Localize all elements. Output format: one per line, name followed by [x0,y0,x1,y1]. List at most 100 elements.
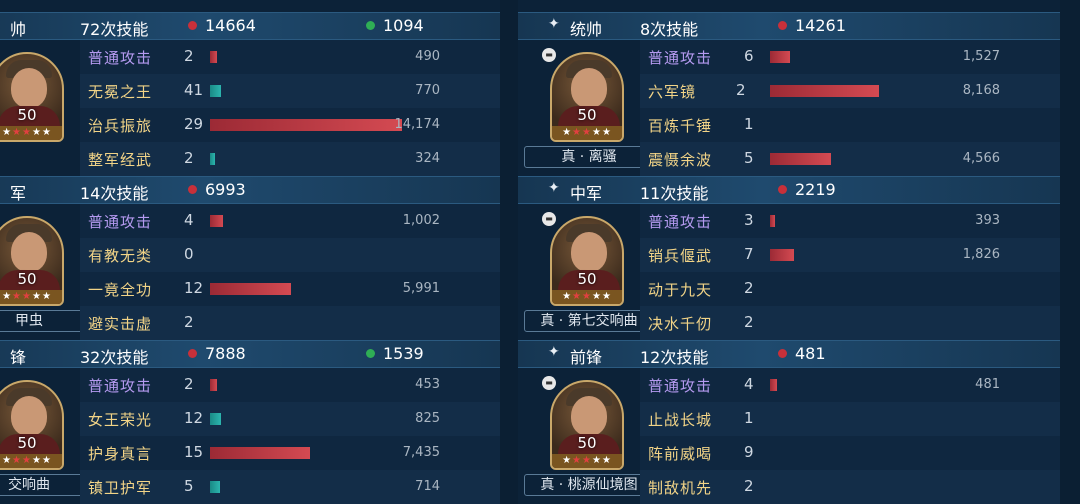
skill-name: 动于九天 [648,281,713,299]
skill-use-count: 2 [184,313,194,331]
skill-value: 825 [415,411,440,426]
skill-value: 14,174 [394,117,441,132]
skill-row: 决水千仞 2 [640,306,1060,340]
skill-use-count: 4 [744,375,754,393]
skill-name: 六军镜 [648,83,697,101]
face-shape [11,232,47,272]
star-icons: ★★★★★ [2,127,52,138]
damage-bar [210,153,215,165]
skill-name: 普通攻击 [88,213,153,231]
skill-name: 止战长城 [648,411,713,429]
face-shape [571,68,607,108]
skill-use-count: 1 [744,409,754,427]
hero-portrait[interactable]: 50 ★★★★★ [550,380,624,470]
skill-row: 整军经武 2 324 [80,142,500,176]
hero-portrait[interactable]: 50 ★★★★★ [0,52,64,142]
skill-name: 震慑余波 [648,151,713,169]
heal-total: 1539 [366,344,424,363]
hero-name-tag: 真 · 离骚 [524,146,654,168]
skill-row: 震慑余波 5 4,566 [640,142,1060,176]
hero-portrait[interactable]: 50 ★★★★★ [550,216,624,306]
skill-use-count: 0 [184,245,194,263]
hero-level: 50 [577,270,597,288]
face-shape [571,232,607,272]
skill-value: 393 [975,213,1000,228]
damage-bar [210,413,221,425]
skill-name: 普通攻击 [648,49,713,67]
faction-icon: ▬ [542,376,556,390]
damage-bar [210,215,223,227]
skill-row: 无冕之王 41 770 [80,74,500,108]
damage-bar [770,51,790,63]
skill-use-count: 2 [184,149,194,167]
role-label: 前锋 [570,348,603,367]
skill-row: 避实击虚 2 [80,306,500,340]
heal-dot-icon [366,349,375,358]
skill-use-count: 15 [184,443,204,461]
damage-bar [210,447,310,459]
skill-value: 8,168 [962,83,1000,98]
skill-use-count: 2 [736,81,746,99]
sparkle-icon: ✦ [548,16,560,32]
section-header: 军 14次技能 6993 [0,176,500,204]
hero-portrait[interactable]: 50 ★★★★★ [0,380,64,470]
damage-total: 7888 [188,344,246,363]
skill-row: 女王荣光 12 825 [80,402,500,436]
role-label: 军 [10,184,27,203]
skill-row: 治兵振旅 29 14,174 [80,108,500,142]
skill-use-count: 2 [744,477,754,495]
damage-bar [210,481,220,493]
damage-bar [210,51,217,63]
skill-name: 避实击虚 [88,315,153,333]
star-rating: ★★★★★ [552,290,622,304]
role-label: 锋 [10,348,27,367]
star-icons: ★★★★★ [562,455,612,466]
skill-value: 481 [975,377,1000,392]
damage-dot-icon [188,21,197,30]
skill-value: 714 [415,479,440,494]
skill-use-count: 41 [184,81,204,99]
skill-row: 普通攻击 6 1,527 [640,40,1060,74]
skill-value: 490 [415,49,440,64]
damage-bar [770,153,831,165]
skill-use-count: 12 [184,409,204,427]
damage-bar [210,119,402,131]
hero-level: 50 [17,106,37,124]
damage-total: 14261 [778,16,846,35]
damage-bar [770,249,794,261]
role-label: 帅 [10,20,27,39]
damage-dot-icon [778,21,787,30]
hero-portrait[interactable]: 50 ★★★★★ [0,216,64,306]
skill-value: 770 [415,83,440,98]
hero-portrait[interactable]: 50 ★★★★★ [550,52,624,142]
faction-icon: ▬ [542,212,556,226]
face-shape [11,68,47,108]
skill-row: 普通攻击 4 1,002 [80,204,500,238]
skill-use-count: 9 [744,443,754,461]
damage-dot-icon [188,185,197,194]
skill-use-count: 2 [744,279,754,297]
skill-value: 1,826 [962,247,1000,262]
skill-count: 14次技能 [80,184,149,203]
skill-value: 1,002 [402,213,440,228]
hero-section: ✦ 中军 11次技能 2219 50 ★★★★★ ▬ 真 · 第七交响曲 普通攻击 3 393 销兵偃… [518,176,1060,340]
star-rating: ★★★★★ [0,290,62,304]
sparkle-icon: ✦ [548,344,560,360]
damage-dot-icon [778,349,787,358]
skill-name: 整军经武 [88,151,153,169]
skill-name: 有教无类 [88,247,153,265]
damage-bar [770,379,777,391]
left-team-panel: 帅72次技能14664109450★★★★★▬普通攻击2490无冕之王41770… [0,0,500,504]
skill-name: 普通攻击 [88,49,153,67]
hero-level: 50 [577,434,597,452]
skill-name: 镇卫护军 [88,479,153,497]
hero-section: ✦ 前锋 12次技能 481 50 ★★★★★ ▬ 真 · 桃源仙境图 普通攻击 4 481 止战长城… [518,340,1060,504]
skill-name: 百炼千锤 [648,117,713,135]
skill-name: 一竟全功 [88,281,153,299]
skill-row: 一竟全功 12 5,991 [80,272,500,306]
section-header: ✦ 前锋 12次技能 481 [518,340,1060,368]
right-team-panel: ✦ 统帅 8次技能 14261 50 ★★★★★ ▬ 真 · 离骚 普通攻击 6 1,527 六军镜 2… [518,0,1060,504]
skill-value: 4,566 [962,151,1000,166]
skill-count: 32次技能 [80,348,149,367]
damage-bar [210,85,221,97]
